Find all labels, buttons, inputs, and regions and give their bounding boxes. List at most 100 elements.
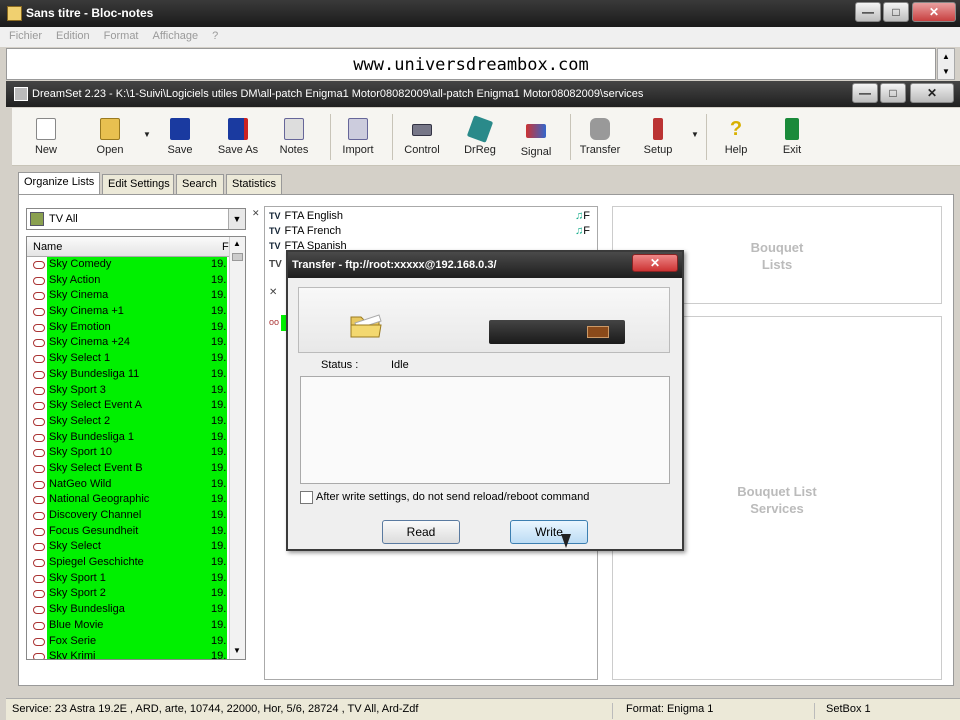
channel-row[interactable]: Sky Emotion 19. bbox=[27, 319, 230, 336]
channel-name: Sky Emotion bbox=[47, 319, 227, 336]
channel-icon bbox=[33, 621, 45, 630]
scroll-thumb[interactable] bbox=[232, 253, 243, 261]
close-button[interactable]: ✕ bbox=[912, 2, 956, 22]
notes-button[interactable]: Notes bbox=[266, 112, 322, 164]
notepad-scrollbar[interactable]: ▲ ▼ bbox=[937, 48, 955, 80]
channel-icon bbox=[33, 339, 45, 348]
channel-icon bbox=[33, 292, 45, 301]
tab-organize-lists[interactable]: Organize Lists bbox=[18, 172, 100, 194]
channel-name: Discovery Channel bbox=[47, 508, 227, 524]
dreamset-minimize-button[interactable]: — bbox=[852, 83, 878, 103]
read-button[interactable]: Read bbox=[382, 520, 460, 544]
channel-freq: 19. bbox=[211, 650, 227, 660]
channel-row[interactable]: Sky Cinema +24 19. bbox=[27, 335, 230, 352]
channel-row[interactable]: Spiegel Geschichte 19. bbox=[27, 555, 230, 571]
channel-row[interactable]: Sky Select 1 19. bbox=[27, 351, 230, 367]
scroll-up-icon[interactable]: ▲ bbox=[233, 239, 241, 248]
help-button[interactable]: ? Help bbox=[708, 112, 764, 164]
exit-button[interactable]: Exit bbox=[764, 112, 820, 164]
channel-row[interactable]: Sky Select 19. bbox=[27, 539, 230, 556]
signal-button[interactable]: Signal bbox=[508, 112, 564, 164]
channel-name: Sky Sport 10 bbox=[47, 445, 227, 461]
channel-row[interactable]: Sky Sport 3 19. bbox=[27, 382, 230, 399]
channel-row[interactable]: Blue Movie 19. bbox=[27, 617, 230, 634]
channel-row[interactable]: Sky Sport 10 19. bbox=[27, 445, 230, 461]
channel-row[interactable]: Sky Cinema 19. bbox=[27, 288, 230, 305]
music-note-icon: ♫F bbox=[575, 225, 590, 237]
column-freq[interactable]: F bbox=[222, 241, 229, 253]
menu-format[interactable]: Format bbox=[95, 27, 144, 42]
close-pane-icon[interactable]: ✕ bbox=[252, 208, 260, 219]
write-button[interactable]: Write bbox=[510, 520, 588, 544]
transfer-button[interactable]: Transfer bbox=[572, 112, 628, 164]
bouquet-item[interactable]: TV FTA English bbox=[269, 210, 343, 222]
toolbar-separator bbox=[706, 114, 707, 160]
import-button[interactable]: Import bbox=[330, 112, 386, 164]
no-reboot-checkbox[interactable] bbox=[300, 491, 313, 504]
chevron-down-icon[interactable]: ▼ bbox=[228, 209, 245, 229]
channel-row[interactable]: Discovery Channel 19. bbox=[27, 508, 230, 524]
channel-name: Sky Bundesliga bbox=[47, 602, 227, 618]
notepad-title-bar[interactable]: Sans titre - Bloc-notes — □ ✕ bbox=[0, 0, 960, 27]
close-icon[interactable]: ✕ bbox=[632, 254, 678, 272]
menu-fichier[interactable]: Fichier bbox=[0, 27, 47, 42]
setup-button[interactable]: Setup bbox=[630, 112, 686, 164]
channel-name: National Geographic bbox=[47, 492, 227, 508]
dreamset-close-button[interactable]: ✕ bbox=[910, 83, 954, 103]
channel-freq: 19. bbox=[211, 618, 227, 631]
save-button[interactable]: Save bbox=[152, 112, 208, 164]
open-dropdown-icon[interactable]: ▼ bbox=[143, 130, 151, 139]
channel-row[interactable]: Sky Comedy 19. bbox=[27, 257, 230, 273]
channel-row[interactable]: Sky Bundesliga 19. bbox=[27, 602, 230, 618]
open-button[interactable]: Open bbox=[82, 112, 138, 164]
minimize-button[interactable]: — bbox=[855, 2, 881, 22]
channel-row[interactable]: Sky Select Event A 19. bbox=[27, 398, 230, 414]
channel-freq: 19. bbox=[211, 383, 227, 396]
channel-row[interactable]: Sky Bundesliga 11 19. bbox=[27, 366, 230, 383]
setup-dropdown-icon[interactable]: ▼ bbox=[691, 130, 699, 139]
new-button[interactable]: New bbox=[18, 112, 74, 164]
tab-edit-settings[interactable]: Edit Settings bbox=[102, 174, 174, 194]
menu-help[interactable]: ? bbox=[203, 27, 223, 42]
transfer-log[interactable] bbox=[300, 376, 670, 484]
channel-row[interactable]: Fox Serie 19. bbox=[27, 633, 230, 650]
channel-list[interactable]: Name F Sky Comedy 19. Sky Action 19. Sky Cin… bbox=[26, 236, 246, 660]
channel-row[interactable]: NatGeo Wild 19. bbox=[27, 476, 230, 493]
channel-row[interactable]: Sky Sport 2 19. bbox=[27, 586, 230, 603]
exit-door-icon bbox=[785, 118, 799, 140]
transfer-dialog-title-bar[interactable]: Transfer - ftp://root:xxxxx@192.168.0.3/… bbox=[288, 252, 682, 278]
channel-row[interactable]: Sky Select 2 19. bbox=[27, 413, 230, 430]
channel-list-scrollbar[interactable]: ▲ ▼ bbox=[229, 237, 245, 659]
tab-search[interactable]: Search bbox=[176, 174, 224, 194]
scroll-down-icon[interactable]: ▼ bbox=[233, 646, 241, 655]
channel-row[interactable]: Sky Bundesliga 1 19. bbox=[27, 429, 230, 446]
save-disk-icon bbox=[170, 118, 190, 140]
menu-edition[interactable]: Edition bbox=[47, 27, 95, 42]
channel-icon bbox=[33, 590, 45, 599]
channel-freq: 19. bbox=[211, 446, 227, 459]
close-pane-icon[interactable]: ✕ bbox=[269, 287, 277, 298]
dreamset-title-bar[interactable]: DreamSet 2.23 - K:\1-Suivi\Logiciels uti… bbox=[6, 81, 960, 107]
drreg-button[interactable]: DrReg bbox=[452, 112, 508, 164]
list-filter-select[interactable]: TV All ▼ bbox=[26, 208, 246, 230]
tv-icon bbox=[30, 212, 44, 226]
bouquet-item[interactable]: TV FTA French bbox=[269, 225, 341, 237]
dreamset-maximize-button[interactable]: □ bbox=[880, 83, 906, 103]
channel-row[interactable]: Sky Krimi 19. bbox=[27, 649, 230, 660]
notepad-text-area[interactable]: www.universdreambox.com bbox=[6, 48, 936, 80]
channel-row[interactable]: Sky Select Event B 19. bbox=[27, 460, 230, 477]
channel-icon bbox=[33, 323, 45, 332]
maximize-button[interactable]: □ bbox=[883, 2, 909, 22]
channel-row[interactable]: Sky Cinema +1 19. bbox=[27, 304, 230, 320]
save-as-button[interactable]: Save As bbox=[210, 112, 266, 164]
tab-statistics[interactable]: Statistics bbox=[226, 174, 282, 194]
control-button[interactable]: Control bbox=[394, 112, 450, 164]
channel-row[interactable]: National Geographic 19. bbox=[27, 492, 230, 508]
channel-row[interactable]: Focus Gesundheit 19. bbox=[27, 523, 230, 540]
column-name[interactable]: Name bbox=[33, 241, 62, 253]
channel-freq: 19. bbox=[211, 273, 227, 286]
channel-icon bbox=[33, 370, 45, 379]
channel-row[interactable]: Sky Sport 1 19. bbox=[27, 570, 230, 587]
channel-row[interactable]: Sky Action 19. bbox=[27, 272, 230, 289]
menu-affichage[interactable]: Affichage bbox=[144, 27, 204, 42]
